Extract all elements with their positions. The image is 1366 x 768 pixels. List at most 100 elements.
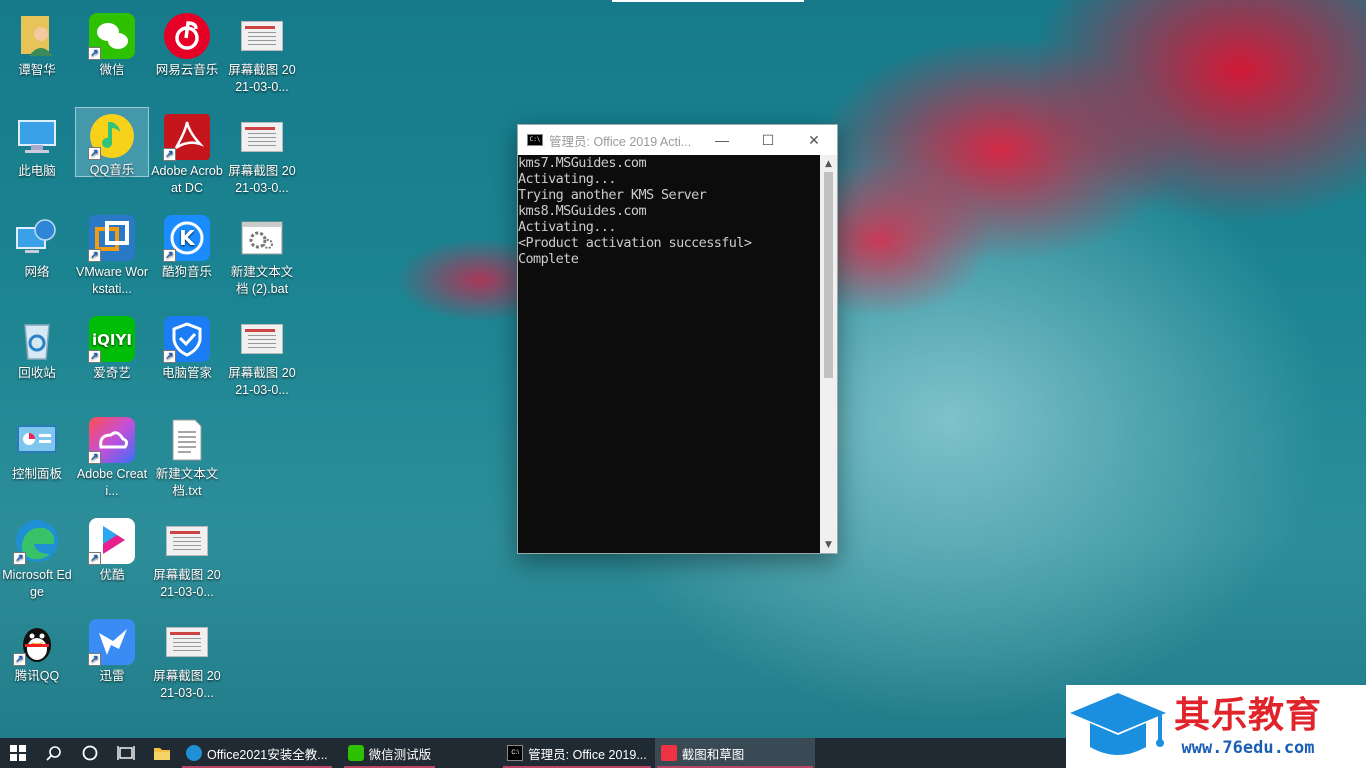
edge-icon [186,745,202,761]
windows-logo-icon [10,745,26,761]
vmware-icon: ↗ [88,214,136,262]
scrollbar-thumb[interactable] [824,172,833,378]
search-icon [46,746,61,761]
cmd-icon: C:\ [507,745,524,761]
shortcut-arrow-icon: ↗ [88,47,101,60]
scroll-down-icon[interactable]: ▼ [820,536,837,553]
desktop-icon-bat-file[interactable]: 新建文本文档 (2).bat [225,210,299,298]
taskbar-app-snip-sketch[interactable]: 截图和草图 [654,738,815,768]
desktop-icon-label: 酷狗音乐 [161,265,212,279]
desktop-icon-iqiyi[interactable]: iQIYI ↗ 爱奇艺 [75,311,149,382]
console-line: Activating... [518,219,616,235]
screenshot-file-icon [238,315,286,363]
desktop-icon-edge[interactable]: ↗ Microsoft Edge [0,513,74,601]
desktop-icon-screenshot[interactable]: 屏幕截图 2021-03-0... [225,311,299,399]
desktop-icon-this-pc[interactable]: 此电脑 [0,109,74,180]
desktop-icon-label: 屏幕截图 2021-03-0... [228,164,296,195]
desktop-icon-label: VMware Workstati... [75,265,148,296]
desktop-icon-label: 此电脑 [18,164,56,178]
cmd-icon: C:\ [527,134,543,146]
shortcut-arrow-icon: ↗ [88,451,101,464]
shortcut-arrow-icon: ↗ [13,552,26,565]
creative-cloud-icon: ↗ [88,416,136,464]
desktop-icon-control-panel[interactable]: 控制面板 [0,412,74,483]
desktop-icon-network[interactable]: 网络 [0,210,74,281]
console-scrollbar[interactable]: ▲ ▼ [820,155,837,553]
youku-icon: ↗ [88,517,136,565]
taskbar-app-edge[interactable]: Office2021安装全教... [180,738,334,768]
minimize-button[interactable]: — [699,125,745,155]
desktop-icon-label: 新建文本文档.txt [155,467,219,498]
taskbar-app-cmd[interactable]: C:\ 管理员: Office 2019... [501,738,653,768]
qq-icon: ↗ [13,618,61,666]
folder-icon [154,747,170,760]
screenshot-file-icon [163,517,211,565]
desktop-icon-txt-file[interactable]: 新建文本文档.txt [150,412,224,500]
shortcut-arrow-icon: ↗ [88,653,101,666]
shortcut-arrow-icon: ↗ [13,653,26,666]
scroll-up-icon[interactable]: ▲ [820,155,837,172]
start-button[interactable] [0,738,36,768]
close-button[interactable]: ✕ [791,125,837,155]
task-view-button[interactable] [108,738,144,768]
acrobat-icon: ↗ [163,113,211,161]
file-explorer-button[interactable] [144,738,180,768]
kugou-icon: K ↗ [163,214,211,262]
desktop-icon-qq-music[interactable]: ↗ QQ音乐 [75,107,149,177]
watermark-url: www.76edu.com [1181,737,1315,758]
desktop-icon-pc-manager[interactable]: ↗ 电脑管家 [150,311,224,382]
screenshot-file-icon [238,12,286,60]
desktop-icon-wechat[interactable]: ↗ 微信 [75,8,149,79]
console-window[interactable]: C:\ 管理员: Office 2019 Acti... — ☐ ✕ kms7.… [517,124,838,554]
desktop-icon-netease-music[interactable]: 网易云音乐 [150,8,224,79]
desktop-icon-label: 迅雷 [99,669,125,683]
txt-file-icon [163,416,211,464]
task-view-icon [117,746,135,760]
taskbar-app-label: 管理员: Office 2019... [528,747,647,762]
graduation-cap-icon [1066,685,1170,768]
screenshot-file-icon [238,113,286,161]
desktop-icon-xunlei[interactable]: ↗ 迅雷 [75,614,149,685]
desktop-icon-label: 谭智华 [18,63,56,77]
console-line: Activating... [518,171,616,187]
console-line: kms7.MSGuides.com [518,155,647,171]
console-titlebar[interactable]: C:\ 管理员: Office 2019 Acti... — ☐ ✕ [518,125,837,155]
taskbar-app-wechat[interactable]: 微信测试版 [342,738,438,768]
desktop-icon-qq[interactable]: ↗ 腾讯QQ [0,614,74,685]
shortcut-arrow-icon: ↗ [163,148,176,161]
desktop-icon-screenshot[interactable]: 屏幕截图 2021-03-0... [150,513,224,601]
desktop-icon-youku[interactable]: ↗ 优酷 [75,513,149,584]
console-line: kms8.MSGuides.com [518,203,647,219]
desktop-icon-user-folder[interactable]: 谭智华 [0,8,74,79]
desktop-icon-label: 微信 [99,63,125,77]
recycle-bin-icon [13,315,61,363]
desktop-icon-creative-cloud[interactable]: ↗ Adobe Creati... [75,412,149,500]
bat-file-icon [238,214,286,262]
desktop-icon-screenshot[interactable]: 屏幕截图 2021-03-0... [225,8,299,96]
console-line: Complete [518,251,579,267]
desktop-icon-label: 电脑管家 [161,366,212,380]
top-edge-highlight [612,0,804,2]
taskbar-app-label: 微信测试版 [368,747,432,762]
shortcut-arrow-icon: ↗ [163,249,176,262]
shortcut-arrow-icon: ↗ [88,350,101,363]
watermark-logo: 其乐教育 www.76edu.com [1066,685,1366,768]
cortana-button[interactable] [72,738,108,768]
shortcut-arrow-icon: ↗ [88,249,101,262]
control-panel-icon [13,416,61,464]
desktop-icon-screenshot[interactable]: 屏幕截图 2021-03-0... [225,109,299,197]
maximize-button[interactable]: ☐ [745,125,791,155]
desktop-icon-kugou[interactable]: K ↗ 酷狗音乐 [150,210,224,281]
shortcut-arrow-icon: ↗ [88,147,101,160]
desktop-icon-label: 网络 [24,265,50,279]
search-button[interactable] [36,738,72,768]
console-title: 管理员: Office 2019 Acti... [549,134,692,149]
svg-text:K: K [179,226,196,250]
screenshot-file-icon [163,618,211,666]
desktop-icon-recycle-bin[interactable]: 回收站 [0,311,74,382]
desktop-icon-vmware[interactable]: ↗ VMware Workstati... [75,210,149,298]
desktop-icon-screenshot[interactable]: 屏幕截图 2021-03-0... [150,614,224,702]
desktop-icon-label: Adobe Acrobat DC [151,164,223,195]
console-output[interactable]: kms7.MSGuides.com Activating... Trying a… [518,155,820,553]
desktop-icon-acrobat[interactable]: ↗ Adobe Acrobat DC [150,109,224,197]
